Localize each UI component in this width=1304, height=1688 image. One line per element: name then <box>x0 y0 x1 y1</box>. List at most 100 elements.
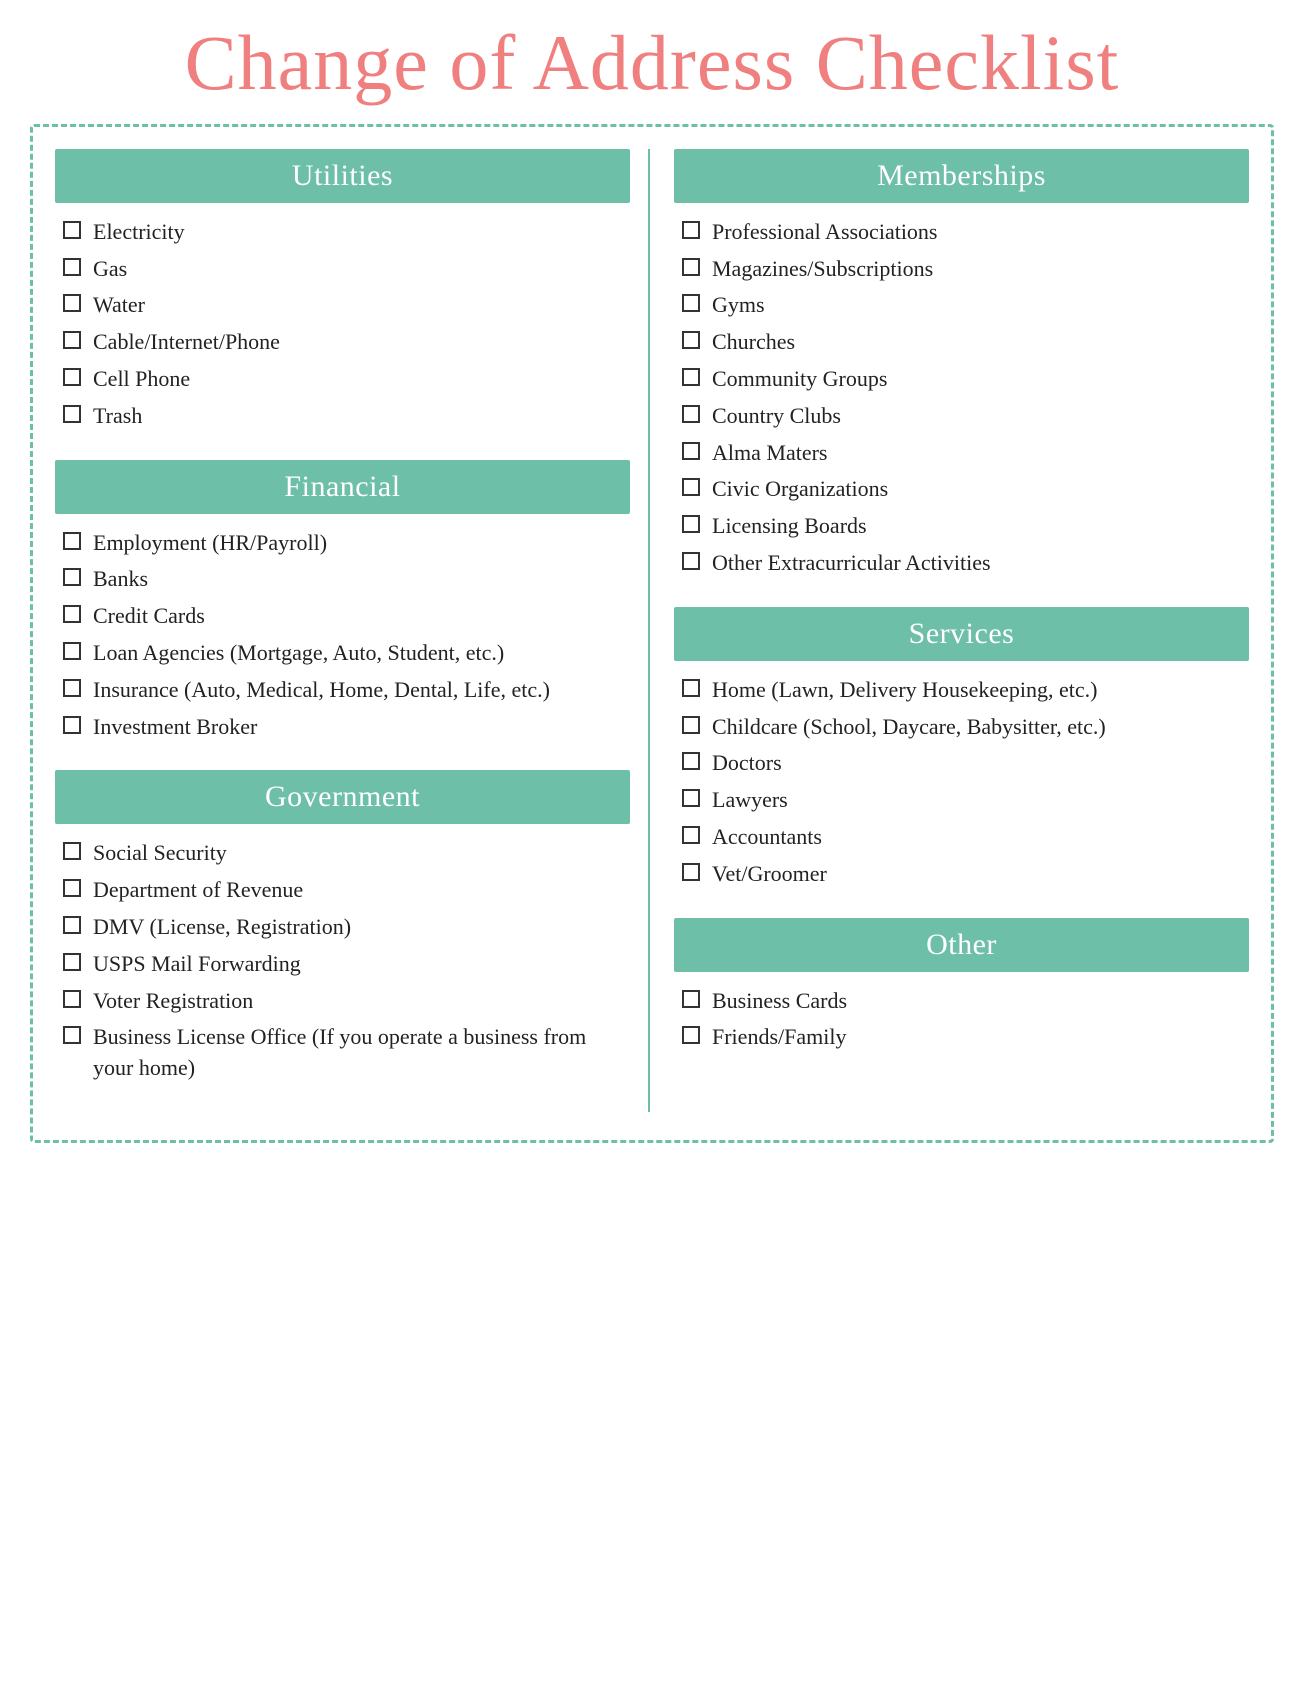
item-label: Accountants <box>712 822 1249 853</box>
columns: UtilitiesElectricityGasWaterCable/Intern… <box>55 149 1249 1112</box>
list-item[interactable]: Churches <box>682 327 1249 358</box>
item-label: Churches <box>712 327 1249 358</box>
checkbox-icon[interactable] <box>682 442 700 460</box>
checkbox-icon[interactable] <box>63 1026 81 1044</box>
list-item[interactable]: Business Cards <box>682 986 1249 1017</box>
list-item[interactable]: Social Security <box>63 838 630 869</box>
item-label: Gyms <box>712 290 1249 321</box>
list-item[interactable]: Home (Lawn, Delivery Housekeeping, etc.) <box>682 675 1249 706</box>
item-label: Magazines/Subscriptions <box>712 254 1249 285</box>
checkbox-icon[interactable] <box>682 552 700 570</box>
item-label: Trash <box>93 401 630 432</box>
list-item[interactable]: Cable/Internet/Phone <box>63 327 630 358</box>
list-item[interactable]: Investment Broker <box>63 712 630 743</box>
checkbox-icon[interactable] <box>63 605 81 623</box>
list-item[interactable]: Loan Agencies (Mortgage, Auto, Student, … <box>63 638 630 669</box>
checkbox-icon[interactable] <box>682 258 700 276</box>
checkbox-icon[interactable] <box>682 789 700 807</box>
checkbox-icon[interactable] <box>682 405 700 423</box>
list-item[interactable]: Business License Office (If you operate … <box>63 1022 630 1084</box>
checkbox-icon[interactable] <box>63 990 81 1008</box>
list-item[interactable]: Employment (HR/Payroll) <box>63 528 630 559</box>
checkbox-icon[interactable] <box>63 221 81 239</box>
checkbox-icon[interactable] <box>63 642 81 660</box>
list-item[interactable]: Water <box>63 290 630 321</box>
list-item[interactable]: Gyms <box>682 290 1249 321</box>
item-label: DMV (License, Registration) <box>93 912 630 943</box>
col-right: MembershipsProfessional AssociationsMaga… <box>650 149 1249 1112</box>
checkbox-icon[interactable] <box>682 294 700 312</box>
item-label: Friends/Family <box>712 1022 1249 1053</box>
section-other: OtherBusiness CardsFriends/Family <box>674 918 1249 1054</box>
list-item[interactable]: Trash <box>63 401 630 432</box>
item-label: Civic Organizations <box>712 474 1249 505</box>
col-left: UtilitiesElectricityGasWaterCable/Intern… <box>55 149 650 1112</box>
section-financial: FinancialEmployment (HR/Payroll)BanksCre… <box>55 460 630 743</box>
checklist-items-utilities: Electricity Gas Water Cable/Internet/Phone C… <box>63 217 630 432</box>
checkbox-icon[interactable] <box>682 679 700 697</box>
checkbox-icon[interactable] <box>682 826 700 844</box>
list-item[interactable]: Lawyers <box>682 785 1249 816</box>
checkbox-icon[interactable] <box>682 368 700 386</box>
checklist-items-financial: Employment (HR/Payroll) Banks Credit Cards… <box>63 528 630 743</box>
checkbox-icon[interactable] <box>63 916 81 934</box>
checkbox-icon[interactable] <box>682 331 700 349</box>
list-item[interactable]: Voter Registration <box>63 986 630 1017</box>
list-item[interactable]: Magazines/Subscriptions <box>682 254 1249 285</box>
checkbox-icon[interactable] <box>682 716 700 734</box>
list-item[interactable]: Civic Organizations <box>682 474 1249 505</box>
section-utilities: UtilitiesElectricityGasWaterCable/Intern… <box>55 149 630 432</box>
checkbox-icon[interactable] <box>682 221 700 239</box>
checkbox-icon[interactable] <box>63 842 81 860</box>
list-item[interactable]: Insurance (Auto, Medical, Home, Dental, … <box>63 675 630 706</box>
checkbox-icon[interactable] <box>63 532 81 550</box>
list-item[interactable]: USPS Mail Forwarding <box>63 949 630 980</box>
list-item[interactable]: DMV (License, Registration) <box>63 912 630 943</box>
item-label: Licensing Boards <box>712 511 1249 542</box>
checkbox-icon[interactable] <box>63 568 81 586</box>
list-item[interactable]: Credit Cards <box>63 601 630 632</box>
item-label: Cable/Internet/Phone <box>93 327 630 358</box>
item-label: Other Extracurricular Activities <box>712 548 1249 579</box>
checkbox-icon[interactable] <box>682 752 700 770</box>
item-label: Employment (HR/Payroll) <box>93 528 630 559</box>
item-label: Lawyers <box>712 785 1249 816</box>
list-item[interactable]: Other Extracurricular Activities <box>682 548 1249 579</box>
checkbox-icon[interactable] <box>682 1026 700 1044</box>
item-label: Investment Broker <box>93 712 630 743</box>
list-item[interactable]: Vet/Groomer <box>682 859 1249 890</box>
checkbox-icon[interactable] <box>682 478 700 496</box>
checklist-items-government: Social Security Department of Revenue DMV … <box>63 838 630 1084</box>
list-item[interactable]: Gas <box>63 254 630 285</box>
list-item[interactable]: Doctors <box>682 748 1249 779</box>
checkbox-icon[interactable] <box>682 990 700 1008</box>
checkbox-icon[interactable] <box>63 405 81 423</box>
list-item[interactable]: Community Groups <box>682 364 1249 395</box>
list-item[interactable]: Licensing Boards <box>682 511 1249 542</box>
checklist-items-memberships: Professional Associations Magazines/Subsc… <box>682 217 1249 579</box>
checkbox-icon[interactable] <box>63 294 81 312</box>
checkbox-icon[interactable] <box>63 879 81 897</box>
item-label: Doctors <box>712 748 1249 779</box>
list-item[interactable]: Childcare (School, Daycare, Babysitter, … <box>682 712 1249 743</box>
checkbox-icon[interactable] <box>682 515 700 533</box>
item-label: Social Security <box>93 838 630 869</box>
checkbox-icon[interactable] <box>63 258 81 276</box>
list-item[interactable]: Friends/Family <box>682 1022 1249 1053</box>
list-item[interactable]: Department of Revenue <box>63 875 630 906</box>
item-label: Loan Agencies (Mortgage, Auto, Student, … <box>93 638 630 669</box>
list-item[interactable]: Cell Phone <box>63 364 630 395</box>
list-item[interactable]: Banks <box>63 564 630 595</box>
section-header-government: Government <box>55 770 630 824</box>
checkbox-icon[interactable] <box>63 716 81 734</box>
list-item[interactable]: Accountants <box>682 822 1249 853</box>
list-item[interactable]: Professional Associations <box>682 217 1249 248</box>
list-item[interactable]: Alma Maters <box>682 438 1249 469</box>
checkbox-icon[interactable] <box>63 368 81 386</box>
checkbox-icon[interactable] <box>63 953 81 971</box>
list-item[interactable]: Electricity <box>63 217 630 248</box>
checkbox-icon[interactable] <box>682 863 700 881</box>
checkbox-icon[interactable] <box>63 331 81 349</box>
checkbox-icon[interactable] <box>63 679 81 697</box>
list-item[interactable]: Country Clubs <box>682 401 1249 432</box>
